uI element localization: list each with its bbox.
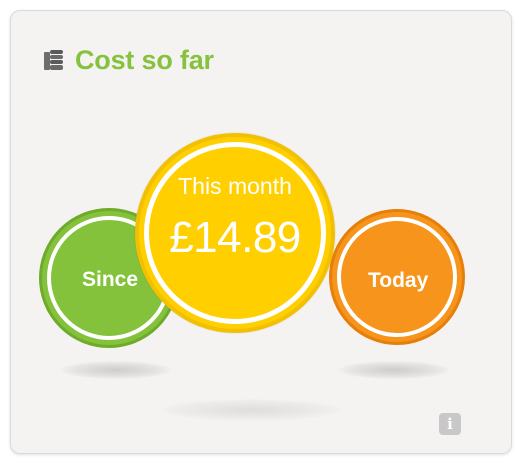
- this-month-value: £14.89: [169, 213, 301, 262]
- today-circle[interactable]: Today: [329, 209, 465, 345]
- info-icon[interactable]: i: [439, 413, 461, 435]
- this-month-circle[interactable]: This month £14.89: [135, 133, 335, 333]
- coins-stack-icon: [44, 49, 63, 70]
- cost-so-far-widget: Cost so far Since Today This month £14.8…: [10, 10, 512, 454]
- widget-header: Cost so far: [41, 45, 214, 76]
- info-glyph: i: [447, 415, 453, 433]
- today-label: Today: [368, 269, 429, 292]
- month-circle-shadow: [161, 399, 341, 421]
- this-month-label: This month: [178, 173, 292, 199]
- widget-title: Cost so far: [75, 45, 214, 75]
- today-circle-shadow: [339, 361, 449, 379]
- since-label: Since: [82, 268, 139, 291]
- since-circle-shadow: [61, 361, 171, 379]
